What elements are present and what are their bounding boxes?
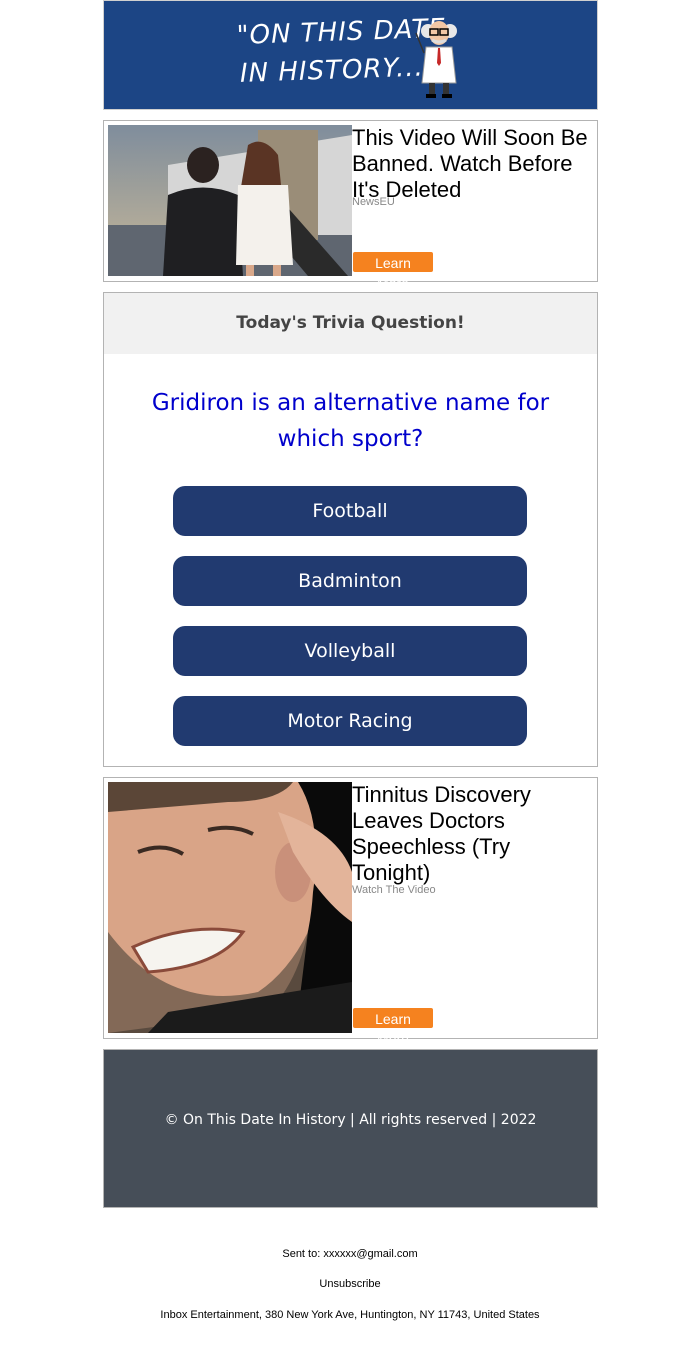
footer-banner: © On This Date In History | All rights r… bbox=[103, 1049, 598, 1208]
sender-address: Inbox Entertainment, 380 New York Ave, H… bbox=[160, 1309, 540, 1321]
ad-card-2[interactable]: Tinnitus Discovery Leaves Doctors Speech… bbox=[103, 777, 598, 1047]
ad-image-man-ear[interactable] bbox=[108, 782, 352, 1033]
sent-to-text: Sent to: xxxxxx@gmail.com bbox=[282, 1248, 418, 1260]
trivia-card: Today's Trivia Question! Gridiron is an … bbox=[103, 292, 598, 767]
ad-title[interactable]: Tinnitus Discovery Leaves Doctors Speech… bbox=[352, 782, 592, 886]
ad-card-1[interactable]: This Video Will Soon Be Banned. Watch Be… bbox=[103, 120, 598, 291]
ad-title[interactable]: This Video Will Soon Be Banned. Watch Be… bbox=[352, 125, 592, 203]
answer-button-football[interactable]: Football bbox=[173, 486, 527, 536]
ad-source: Watch The Video bbox=[352, 884, 436, 896]
learn-more-button[interactable]: Learn More bbox=[353, 1008, 433, 1047]
professor-mascot-icon bbox=[415, 21, 457, 98]
answer-button-badminton[interactable]: Badminton bbox=[173, 556, 527, 606]
footer-copyright: © On This Date In History | All rights r… bbox=[164, 1112, 537, 1128]
learn-more-button[interactable]: Learn More bbox=[353, 252, 433, 291]
answer-button-motor-racing[interactable]: Motor Racing bbox=[173, 696, 527, 746]
unsubscribe-link[interactable]: Unsubscribe bbox=[0, 1278, 700, 1290]
answer-button-volleyball[interactable]: Volleyball bbox=[173, 626, 527, 676]
ad-source: NewsEU bbox=[352, 196, 395, 208]
header-banner: "ON THIS DATE IN HISTORY..." bbox=[103, 0, 598, 110]
trivia-heading: Today's Trivia Question! bbox=[104, 293, 597, 354]
trivia-question: Gridiron is an alternative name for whic… bbox=[151, 390, 550, 452]
ad-image-couple-jet[interactable] bbox=[108, 125, 352, 276]
